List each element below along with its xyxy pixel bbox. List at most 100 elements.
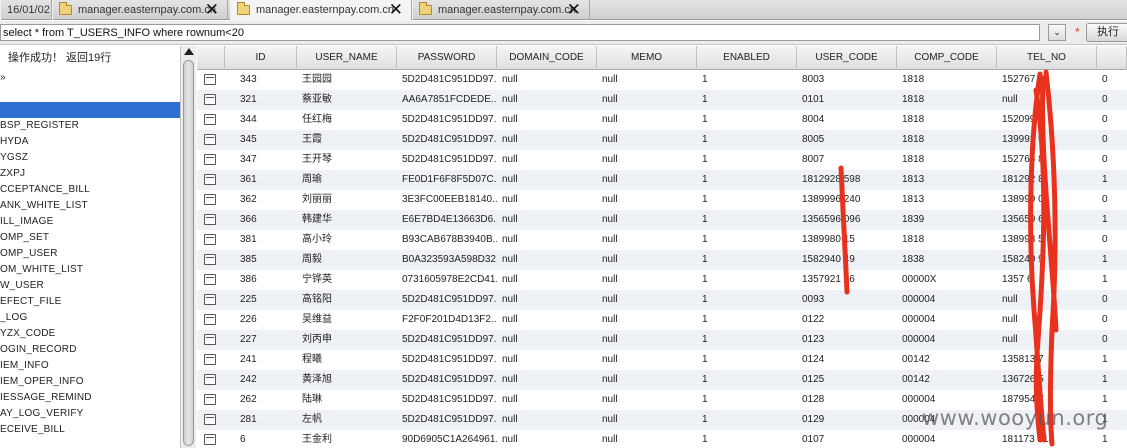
table-cell[interactable]: 5D2D481C951DD97...: [397, 110, 497, 130]
table-cell[interactable]: 227: [235, 330, 297, 350]
table-cell[interactable]: 00000X: [897, 270, 997, 290]
table-cell[interactable]: 王金利: [297, 430, 397, 448]
table-cell[interactable]: 1: [1097, 350, 1127, 370]
table-cell[interactable]: 0: [1097, 230, 1127, 250]
table-cell[interactable]: 1356596 096: [797, 210, 897, 230]
table-cell[interactable]: 1: [697, 330, 797, 350]
table-cell[interactable]: 347: [235, 150, 297, 170]
table-row[interactable]: 6 王金利 90D6905C1A264961... null null 1 0107 0000…: [197, 430, 1127, 448]
table-cell[interactable]: 1357921 36: [797, 270, 897, 290]
table-cell[interactable]: 1: [697, 390, 797, 410]
table-cell[interactable]: 361: [235, 170, 297, 190]
table-cell[interactable]: FE0D1F6F8F5D07C...: [397, 170, 497, 190]
table-cell[interactable]: 1818: [897, 130, 997, 150]
table-cell[interactable]: 000004: [897, 310, 997, 330]
table-cell[interactable]: 1: [697, 90, 797, 110]
table-cell[interactable]: null: [497, 430, 597, 448]
table-cell[interactable]: 刘丙申: [297, 330, 397, 350]
table-cell[interactable]: 1: [1097, 430, 1127, 448]
column-header[interactable]: PASSWORD: [397, 46, 497, 70]
tree-item[interactable]: OMP_SET: [0, 230, 180, 246]
close-icon[interactable]: ✕: [567, 1, 581, 18]
table-cell[interactable]: 00142: [897, 370, 997, 390]
table-cell[interactable]: 5D2D481C951DD97...: [397, 370, 497, 390]
table-cell[interactable]: 0129: [797, 410, 897, 430]
table-row[interactable]: 385 周毅 B0A323593A598D32... null null 1 1582940…: [197, 250, 1127, 270]
table-cell[interactable]: null: [997, 290, 1097, 310]
table-row[interactable]: 225 高铭阳 5D2D481C951DD97... null null 1 0093 000…: [197, 290, 1127, 310]
table-cell[interactable]: 1: [697, 250, 797, 270]
table-cell[interactable]: null: [597, 130, 697, 150]
table-cell[interactable]: null: [497, 210, 597, 230]
table-cell[interactable]: 1582940 49: [797, 250, 897, 270]
table-cell[interactable]: 152767 06: [997, 70, 1097, 90]
table-cell[interactable]: 345: [235, 130, 297, 150]
tree-item[interactable]: EFECT_FILE: [0, 294, 180, 310]
table-cell[interactable]: 1818: [897, 150, 997, 170]
table-cell[interactable]: 136726 5: [997, 370, 1097, 390]
table-cell[interactable]: 1818: [897, 230, 997, 250]
table-cell[interactable]: 225: [235, 290, 297, 310]
table-cell[interactable]: null: [497, 90, 597, 110]
table-cell[interactable]: 0: [1097, 290, 1127, 310]
tree-item[interactable]: YZX_CODE: [0, 326, 180, 342]
tab-2[interactable]: manager.easternpay.com.cn ✕: [52, 0, 228, 20]
table-cell[interactable]: null: [497, 70, 597, 90]
table-cell[interactable]: 8005: [797, 130, 897, 150]
table-cell[interactable]: 0: [1097, 310, 1127, 330]
table-cell[interactable]: null: [597, 210, 697, 230]
table-cell[interactable]: 5D2D481C951DD97...: [397, 290, 497, 310]
column-header[interactable]: USER_NAME: [297, 46, 397, 70]
table-cell[interactable]: null: [597, 310, 697, 330]
column-header[interactable]: DOMAIN_CODE: [497, 46, 597, 70]
table-cell[interactable]: 0101: [797, 90, 897, 110]
table-cell[interactable]: 1818: [897, 110, 997, 130]
table-cell[interactable]: 1: [697, 210, 797, 230]
table-cell[interactable]: 0125: [797, 370, 897, 390]
table-cell[interactable]: 1: [1097, 370, 1127, 390]
column-header[interactable]: ENABLED: [697, 46, 797, 70]
table-cell[interactable]: 152766 8: [997, 150, 1097, 170]
table-cell[interactable]: 1: [697, 290, 797, 310]
table-cell[interactable]: 5D2D481C951DD97...: [397, 390, 497, 410]
table-cell[interactable]: 138999 0: [997, 190, 1097, 210]
column-header[interactable]: [1097, 46, 1127, 70]
table-row[interactable]: 366 韩建华 E6E7BD4E13663D6... null null 1 1356596…: [197, 210, 1127, 230]
table-cell[interactable]: 1: [697, 150, 797, 170]
tree-item[interactable]: OGIN_RECORD: [0, 342, 180, 358]
table-row[interactable]: 344 任红梅 5D2D481C951DD97... null null 1 8004 181…: [197, 110, 1127, 130]
table-cell[interactable]: null: [497, 110, 597, 130]
table-cell[interactable]: 262: [235, 390, 297, 410]
table-cell[interactable]: null: [597, 290, 697, 310]
table-cell[interactable]: 0107: [797, 430, 897, 448]
table-cell[interactable]: 3E3FC00EEB18140...: [397, 190, 497, 210]
table-cell[interactable]: 1: [1097, 270, 1127, 290]
table-cell[interactable]: 王霞: [297, 130, 397, 150]
table-cell[interactable]: 366: [235, 210, 297, 230]
close-icon[interactable]: ✕: [205, 1, 219, 18]
table-cell[interactable]: 90D6905C1A264961...: [397, 430, 497, 448]
table-cell[interactable]: 黄泽旭: [297, 370, 397, 390]
tree-item[interactable]: BSP_REGISTER: [0, 118, 180, 134]
table-cell[interactable]: null: [497, 310, 597, 330]
left-panel-scrollbar[interactable]: [180, 46, 196, 448]
table-cell[interactable]: 181173 515: [997, 430, 1097, 448]
table-cell[interactable]: 0123: [797, 330, 897, 350]
table-cell[interactable]: 1: [1097, 250, 1127, 270]
tree-item[interactable]: IESSAGE_REMIND: [0, 390, 180, 406]
table-cell[interactable]: 5D2D481C951DD97...: [397, 130, 497, 150]
table-cell[interactable]: 1: [697, 110, 797, 130]
column-header[interactable]: USER_CODE: [797, 46, 897, 70]
tree-item[interactable]: ILL_IMAGE: [0, 214, 180, 230]
table-cell[interactable]: 1812928 598: [797, 170, 897, 190]
table-cell[interactable]: 0: [1097, 150, 1127, 170]
table-cell[interactable]: 226: [235, 310, 297, 330]
table-cell[interactable]: 1: [697, 270, 797, 290]
table-cell[interactable]: null: [497, 390, 597, 410]
column-header[interactable]: TEL_NO: [997, 46, 1097, 70]
table-cell[interactable]: null: [497, 330, 597, 350]
tree-item[interactable]: YGSZ: [0, 150, 180, 166]
column-header[interactable]: COMP_CODE: [897, 46, 997, 70]
table-cell[interactable]: null: [497, 130, 597, 150]
table-row[interactable]: 227 刘丙申 5D2D481C951DD97... null null 1 0123 000…: [197, 330, 1127, 350]
